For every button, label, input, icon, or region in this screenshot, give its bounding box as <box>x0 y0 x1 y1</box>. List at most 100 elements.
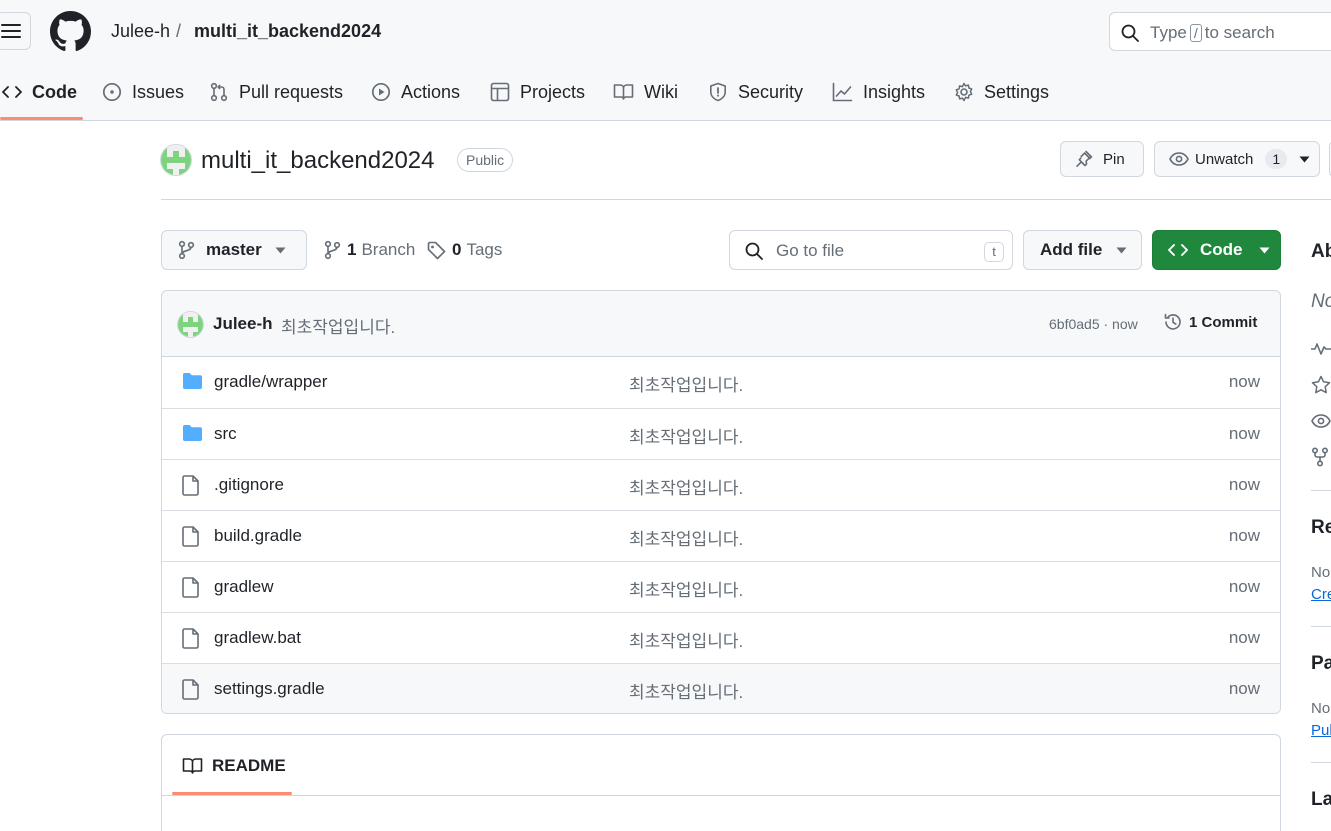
go-to-file-placeholder: Go to file <box>776 241 845 260</box>
tab-projects[interactable]: Projects <box>490 78 585 106</box>
commit-sha-time[interactable]: 6bf0ad5 · now <box>1049 316 1138 332</box>
file-row[interactable]: settings.gradle 최초작업입니다. now <box>162 663 1280 713</box>
file-row[interactable]: build.gradle 최초작업입니다. now <box>162 510 1280 561</box>
file-commit-message[interactable]: 최초작업입니다. <box>629 678 743 703</box>
code-dropdown-button[interactable]: Code <box>1152 230 1281 270</box>
folder-icon <box>183 373 202 389</box>
file-name[interactable]: .gitignore <box>214 475 284 495</box>
github-logo-icon[interactable] <box>50 11 91 52</box>
branch-count: 1 <box>347 240 357 259</box>
folder-icon <box>183 425 202 441</box>
file-age: now <box>1228 628 1260 647</box>
search-icon <box>1121 24 1139 42</box>
tab-actions[interactable]: Actions <box>371 78 460 106</box>
file-commit-message[interactable]: 최초작업입니다. <box>629 474 743 499</box>
global-search-input[interactable]: Type / to search <box>1109 12 1331 51</box>
go-to-file-input[interactable]: Go to file t <box>729 230 1013 270</box>
file-name[interactable]: gradlew <box>214 577 274 597</box>
file-commit-message[interactable]: 최초작업입니다. <box>629 423 743 448</box>
latest-commit-bar: Julee-h 최초작업입니다. 6bf0ad5 · now 1 Commit <box>162 291 1280 357</box>
git-branch-icon <box>324 240 341 260</box>
packages-text: No <box>1311 700 1331 717</box>
languages-heading: La <box>1311 789 1331 810</box>
table-icon <box>490 82 510 102</box>
shield-icon <box>710 82 726 102</box>
file-commit-message[interactable]: 최초작업입니다. <box>629 525 743 550</box>
file-row[interactable]: gradlew 최초작업입니다. now <box>162 561 1280 612</box>
tags-link[interactable]: 0 Tags <box>427 240 502 260</box>
tab-code[interactable]: Code <box>2 78 77 106</box>
file-commit-message[interactable]: 최초작업입니다. <box>629 371 743 396</box>
file-row[interactable]: gradlew.bat 최초작업입니다. now <box>162 612 1280 663</box>
file-commit-message[interactable]: 최초작업입니다. <box>629 576 743 601</box>
breadcrumb-separator: / <box>176 21 182 41</box>
branches-link[interactable]: 1 Branch <box>324 240 415 260</box>
publish-package-link[interactable]: Pub <box>1311 722 1331 739</box>
create-release-link[interactable]: Cre <box>1311 586 1331 603</box>
title-divider <box>161 199 1331 200</box>
issue-opened-icon <box>102 82 122 102</box>
file-row[interactable]: src 최초작업입니다. now <box>162 408 1280 459</box>
sidebar-divider <box>1311 490 1331 491</box>
search-shortcut-key: / <box>1189 24 1202 42</box>
repo-header: Julee-h / multi_it_backend2024 Type / to s… <box>0 0 1331 121</box>
add-file-button[interactable]: Add file <box>1023 230 1142 270</box>
file-name[interactable]: src <box>214 424 237 444</box>
graph-icon <box>832 82 853 102</box>
file-name[interactable]: build.gradle <box>214 526 302 546</box>
unwatch-button[interactable]: Unwatch 1 <box>1154 141 1320 177</box>
releases-heading[interactable]: Re <box>1311 517 1331 539</box>
identicon-icon <box>178 312 203 337</box>
book-icon <box>182 758 203 774</box>
git-pull-request-icon <box>210 82 228 102</box>
readme-tab-indicator <box>172 792 292 795</box>
releases-text: No <box>1311 564 1331 581</box>
file-commit-message[interactable]: 최초작업입니다. <box>629 627 743 652</box>
eye-icon <box>1311 414 1331 428</box>
commit-author-avatar[interactable] <box>177 311 204 338</box>
commit-author[interactable]: Julee-h <box>213 314 273 334</box>
search-icon <box>745 242 763 260</box>
tab-issues[interactable]: Issues <box>102 78 184 106</box>
about-description: No <box>1311 291 1331 312</box>
readme-header: README <box>162 735 1280 796</box>
commit-history-link[interactable]: 1 Commit <box>1163 312 1257 332</box>
tag-count: 0 <box>452 240 462 259</box>
tab-pull-requests[interactable]: Pull requests <box>209 78 343 106</box>
tab-security[interactable]: Security <box>708 78 803 106</box>
breadcrumb-repo[interactable]: multi_it_backend2024 <box>194 21 381 42</box>
readme-tab[interactable]: README <box>182 756 286 776</box>
tag-icon <box>427 241 446 259</box>
file-row[interactable]: .gitignore 최초작업입니다. now <box>162 459 1280 510</box>
tab-insights[interactable]: Insights <box>832 78 925 106</box>
packages-heading[interactable]: Pa <box>1311 653 1331 675</box>
file-name[interactable]: gradle/wrapper <box>214 372 327 392</box>
book-icon <box>613 84 634 100</box>
chevron-down-icon <box>275 247 286 253</box>
tab-settings[interactable]: Settings <box>954 78 1049 106</box>
commit-message[interactable]: 최초작업입니다. <box>281 313 395 338</box>
file-age: now <box>1228 526 1260 545</box>
file-icon <box>182 577 199 598</box>
pulse-icon <box>1311 343 1331 355</box>
file-age: now <box>1228 372 1260 391</box>
branch-selector[interactable]: master <box>161 230 307 270</box>
file-icon <box>182 475 199 496</box>
global-menu-button[interactable] <box>0 12 31 50</box>
about-heading: Ab <box>1311 241 1331 262</box>
file-name[interactable]: gradlew.bat <box>214 628 301 648</box>
sidebar-divider <box>1311 762 1331 763</box>
repo-title[interactable]: multi_it_backend2024 <box>201 147 435 175</box>
pin-button[interactable]: Pin <box>1060 141 1144 177</box>
file-icon <box>182 628 199 649</box>
breadcrumb-owner[interactable]: Julee-h <box>111 21 170 42</box>
file-list: Julee-h 최초작업입니다. 6bf0ad5 · now 1 Commit … <box>161 290 1281 714</box>
tab-wiki[interactable]: Wiki <box>613 78 678 106</box>
file-age: now <box>1228 424 1260 443</box>
hamburger-icon <box>1 24 21 38</box>
owner-avatar[interactable] <box>160 144 192 176</box>
file-row[interactable]: gradle/wrapper 최초작업입니다. now <box>162 357 1280 408</box>
file-icon <box>182 679 199 700</box>
chevron-down-icon <box>1116 247 1127 253</box>
file-name[interactable]: settings.gradle <box>214 679 325 699</box>
